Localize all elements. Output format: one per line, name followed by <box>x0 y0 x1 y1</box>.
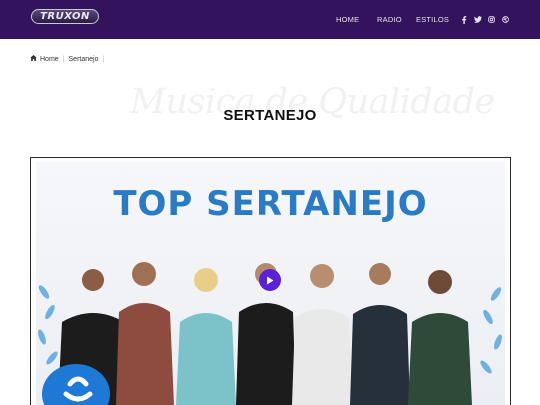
logo-text: TRUXON <box>40 11 90 22</box>
nav-home-link[interactable]: HOME <box>336 15 359 24</box>
brand-sticker <box>42 364 110 405</box>
breadcrumb-separator: | <box>102 55 105 63</box>
featured-banner[interactable]: TOP SERTANEJO <box>36 162 505 405</box>
nav-estilos-link[interactable]: ESTILOS <box>416 15 449 24</box>
nav-radio-link[interactable]: RADIO <box>377 15 402 24</box>
site-header: TRUXON HOME RADIO ESTILOS <box>0 0 540 39</box>
breadcrumb-separator: | <box>62 55 65 63</box>
page-title: SERTANEJO <box>223 107 317 124</box>
facebook-icon[interactable] <box>461 0 467 39</box>
play-button[interactable] <box>259 269 281 291</box>
instagram-icon[interactable] <box>488 0 495 39</box>
breadcrumb-home-link[interactable]: Home <box>40 56 59 63</box>
twitter-icon[interactable] <box>474 0 482 39</box>
site-logo[interactable]: TRUXON <box>31 9 99 24</box>
home-icon <box>30 55 37 63</box>
breadcrumb: Home | Sertanejo | <box>30 54 108 64</box>
nav-item-estilos[interactable]: ESTILOS <box>416 0 449 39</box>
dribbble-icon[interactable] <box>502 0 509 39</box>
nav-item-home[interactable]: HOME <box>336 0 359 39</box>
play-icon <box>267 276 274 284</box>
nav-item-radio[interactable]: RADIO <box>377 0 402 39</box>
breadcrumb-current: Sertanejo <box>68 55 99 63</box>
